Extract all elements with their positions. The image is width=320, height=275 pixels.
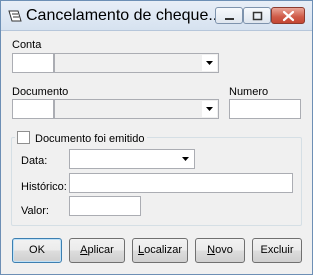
documento-dropdown[interactable] [54,99,219,119]
cancelamento-dialog: Cancelamento de cheque... Conta Document… [0,0,313,275]
app-icon [8,9,22,23]
novo-button-label: ovo [215,244,233,256]
conta-code-field[interactable] [12,53,54,73]
maximize-icon [252,11,263,21]
conta-label: Conta [12,39,42,51]
minimize-icon [225,18,234,20]
documento-emitido-checkbox-row[interactable]: Documento foi emitido [15,131,148,145]
maximize-button[interactable] [243,7,271,24]
numero-label: Numero [229,86,269,98]
excluir-button-label: Excluir [260,244,294,256]
ok-button-label: OK [29,244,45,256]
chevron-down-icon [206,107,213,111]
novo-button[interactable]: Novo [195,238,245,263]
close-icon [282,10,295,22]
data-picker[interactable] [69,149,195,169]
window-title: Cancelamento de cheque... [26,7,222,24]
documento-label: Documento [12,86,69,98]
valor-field[interactable] [69,196,141,216]
localizar-button-label: ocalizar [144,244,183,256]
chevron-down-icon [206,61,213,65]
conta-dropdown[interactable] [54,53,219,73]
minimize-button[interactable] [215,7,243,24]
historico-label: Histórico: [21,181,67,193]
documento-emitido-checkbox[interactable] [17,131,30,144]
close-button[interactable] [271,7,305,24]
aplicar-button-label: plicar [87,244,114,256]
numero-field[interactable] [229,99,301,119]
novo-mnemonic: N [207,244,216,256]
ok-button[interactable]: OK [12,238,62,263]
historico-field[interactable] [69,173,293,193]
documento-emitido-label: Documento foi emitido [35,133,145,145]
data-dropdown-arrow[interactable] [178,151,193,167]
chevron-down-icon [182,157,189,161]
title-bar[interactable]: Cancelamento de cheque... [1,1,312,31]
conta-dropdown-arrow[interactable] [202,55,217,71]
aplicar-button[interactable]: Aplicar [69,238,125,263]
localizar-button[interactable]: Localizar [132,238,188,263]
documento-dropdown-arrow[interactable] [202,101,217,117]
valor-label: Valor: [21,205,49,217]
data-label: Data: [21,155,48,167]
excluir-button[interactable]: Excluir [252,238,302,263]
aplicar-mnemonic: A [80,244,88,256]
documento-code-field[interactable] [12,99,54,119]
